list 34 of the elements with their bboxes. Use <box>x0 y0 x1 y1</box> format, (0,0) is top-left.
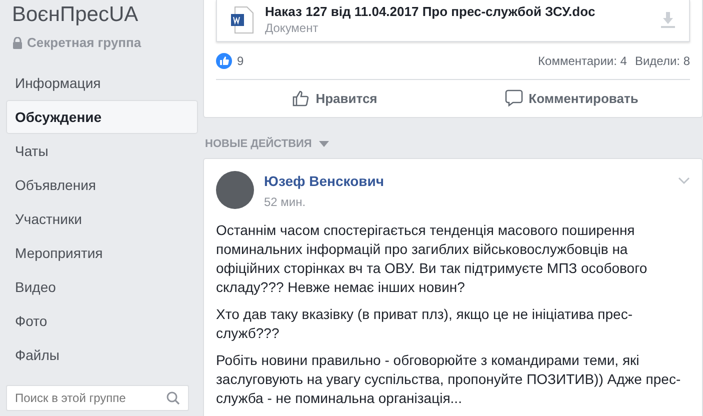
group-name[interactable]: ВоєнПресUA <box>6 0 198 27</box>
like-button[interactable]: Нравится <box>216 80 453 117</box>
chevron-down-icon[interactable] <box>678 177 690 185</box>
thumbs-up-icon <box>292 89 310 107</box>
sidebar-item[interactable]: Обсуждение <box>6 100 198 134</box>
privacy-label: Секретная группа <box>27 35 142 50</box>
search-icon[interactable] <box>166 391 180 405</box>
sidebar-item[interactable]: Объявления <box>6 168 198 202</box>
sidebar-item[interactable]: Участники <box>6 202 198 236</box>
seen-count[interactable]: Видели: 8 <box>634 54 690 68</box>
search-field[interactable]: Поиск в этой группе <box>6 385 189 411</box>
sidebar-item[interactable]: Информация <box>6 66 198 100</box>
download-icon[interactable] <box>661 12 675 28</box>
sidebar-item[interactable]: Фото <box>6 304 198 338</box>
sidebar-item[interactable]: Видео <box>6 270 198 304</box>
comment-button[interactable]: Комментировать <box>453 80 690 117</box>
author-name[interactable]: Юзеф Венскович <box>264 173 668 189</box>
like-count[interactable]: 9 <box>237 54 244 68</box>
attachment-title[interactable]: Наказ 127 від 11.04.2017 Про прес-службой ЗСУ.doc <box>265 4 651 19</box>
post-paragraph: Хто дав таку вказівку (в приват плз), якщо це не ініціатива прес-служб??? <box>216 305 634 343</box>
avatar[interactable] <box>216 171 254 209</box>
sidebar-item[interactable]: Чаты <box>6 134 198 168</box>
sidebar-item[interactable]: Файлы <box>6 338 198 372</box>
post-paragraph: Останнім часом спостерігається тенденція масового поширення поминальних інформацій про загиблих військовослужбовців на офіційних сторінках вч та ОВУ. Ви так підтримуєте МПЗ особового складу??? Невже немає інших новин? <box>216 221 648 297</box>
attachment-card[interactable]: Наказ 127 від 11.04.2017 Про прес-службой ЗСУ.doc Документ <box>216 0 690 42</box>
speech-bubble-icon <box>504 89 523 107</box>
like-reaction-icon[interactable] <box>216 53 232 69</box>
attachment-type: Документ <box>265 21 320 35</box>
lock-icon <box>12 36 23 48</box>
comment-count[interactable]: Комментарии: 4 <box>538 54 627 68</box>
word-document-icon <box>231 6 255 34</box>
caret-icon[interactable] <box>318 141 329 147</box>
post-paragraph: Робіть новини правильно - обговорюйте з командирами теми, які заслуговують на увагу суспільства, пропонуйте ПОЗИТИВ)) Адже прес-служба - не поминальна організація... <box>216 351 682 408</box>
sidebar-item[interactable]: Мероприятия <box>6 236 198 270</box>
